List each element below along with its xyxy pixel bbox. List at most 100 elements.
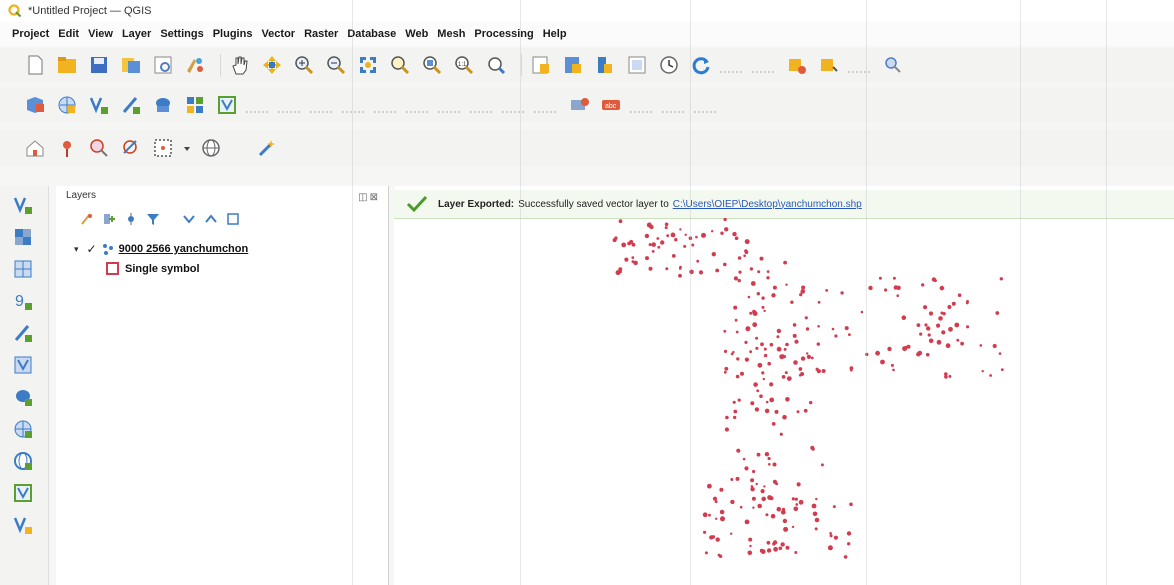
pan-icon[interactable] [227, 52, 253, 78]
add-wfs-layer-icon[interactable] [10, 352, 36, 378]
map-point [660, 240, 665, 245]
globe-icon[interactable] [198, 135, 224, 161]
select-by-area-icon[interactable] [150, 135, 176, 161]
add-spatialite-icon[interactable] [10, 320, 36, 346]
menu-project[interactable]: Project [12, 28, 49, 40]
map-point [810, 445, 815, 450]
magic-wand-icon[interactable] [254, 135, 280, 161]
menu-database[interactable]: Database [347, 28, 396, 40]
add-group-icon[interactable] [100, 210, 118, 228]
map-point [849, 502, 853, 507]
menu-mesh[interactable]: Mesh [437, 28, 465, 40]
add-delimited-text-icon[interactable] [118, 92, 144, 118]
deselect-icon[interactable] [816, 52, 842, 78]
zoom-last-icon[interactable] [483, 52, 509, 78]
toolbar-handle [534, 97, 556, 113]
pan-to-selection-icon[interactable] [259, 52, 285, 78]
open-project-icon[interactable] [54, 52, 80, 78]
map-point [724, 366, 729, 371]
style-manager-icon[interactable] [182, 52, 208, 78]
select-features-icon[interactable] [784, 52, 810, 78]
collapse-arrow-icon[interactable]: ▾ [74, 244, 79, 255]
expand-all-icon[interactable] [180, 210, 198, 228]
pin-icon[interactable] [54, 135, 80, 161]
zoom-out-icon[interactable] [323, 52, 349, 78]
new-layer-icon[interactable] [10, 512, 36, 538]
clock-icon[interactable] [656, 52, 682, 78]
map-point [733, 276, 738, 281]
map-point [768, 463, 771, 466]
layer-visibility-checkbox[interactable]: ✓ [87, 242, 97, 256]
map-point [785, 545, 790, 550]
show-bookmarks-icon[interactable] [560, 52, 586, 78]
map-tips-icon[interactable] [624, 52, 650, 78]
message-file-link[interactable]: C:\Users\OIEP\Desktop\yanchumchon.shp [673, 199, 862, 210]
panel-float-close-icon[interactable]: ◫⊠ [358, 192, 380, 203]
save-project-icon[interactable] [86, 52, 112, 78]
open-layer-styling-icon[interactable] [78, 210, 96, 228]
add-delimited-text-icon[interactable]: 9 [10, 288, 36, 314]
menu-raster[interactable]: Raster [304, 28, 338, 40]
menu-help[interactable]: Help [543, 28, 567, 40]
map-point [745, 326, 751, 332]
home-icon[interactable] [22, 135, 48, 161]
zoom-to-selection-icon[interactable] [387, 52, 413, 78]
map-point [695, 235, 698, 239]
add-raster-layer-icon[interactable] [10, 224, 36, 250]
map-point [769, 382, 774, 387]
menu-vector[interactable]: Vector [261, 28, 295, 40]
map-point [701, 232, 706, 238]
zoom-in-icon[interactable] [291, 52, 317, 78]
filter-legend-icon[interactable] [144, 210, 162, 228]
map-point [761, 371, 765, 375]
map-point [633, 260, 638, 266]
layout-manager-icon[interactable] [118, 52, 144, 78]
map-point [756, 292, 760, 296]
label-abc-icon[interactable]: abc [598, 92, 624, 118]
zoom-full-icon[interactable] [355, 52, 381, 78]
map-point [742, 457, 746, 461]
map-point [947, 305, 952, 309]
add-virtual-layer-icon[interactable] [214, 92, 240, 118]
zoom-native-icon[interactable]: 1:1 [451, 52, 477, 78]
zoom-to-layer-icon[interactable] [419, 52, 445, 78]
new-project-icon[interactable] [22, 52, 48, 78]
manage-map-themes-icon[interactable] [122, 210, 140, 228]
map-canvas[interactable]: Layer Exported: Successfully saved vecto… [394, 186, 1174, 585]
add-vector-layer-icon[interactable] [86, 92, 112, 118]
label-tool-icon[interactable] [566, 92, 592, 118]
map-point [732, 231, 737, 237]
menu-settings[interactable]: Settings [160, 28, 203, 40]
add-postgis-layer-icon[interactable] [10, 384, 36, 410]
layout-icon[interactable] [150, 52, 176, 78]
menu-layer[interactable]: Layer [122, 28, 151, 40]
add-mesh-layer-icon[interactable] [10, 256, 36, 282]
refresh-icon[interactable] [688, 52, 714, 78]
add-wms-layer-icon[interactable] [182, 92, 208, 118]
add-wms-layer-icon[interactable] [10, 416, 36, 442]
data-source-manager-icon[interactable] [22, 92, 48, 118]
menu-view[interactable]: View [88, 28, 113, 40]
dropdown-arrow-icon[interactable] [182, 135, 192, 161]
add-virtual-layer-icon[interactable] [10, 480, 36, 506]
identify-icon[interactable] [880, 52, 906, 78]
menu-plugins[interactable]: Plugins [213, 28, 253, 40]
menu-web[interactable]: Web [405, 28, 428, 40]
add-raster-layer-icon[interactable] [54, 92, 80, 118]
identify-features-icon[interactable] [86, 135, 112, 161]
collapse-all-icon[interactable] [202, 210, 220, 228]
add-wcs-layer-icon[interactable] [10, 448, 36, 474]
remove-layer-icon[interactable] [224, 210, 242, 228]
map-point [784, 371, 788, 375]
menu-edit[interactable]: Edit [58, 28, 79, 40]
map-point [829, 532, 832, 535]
map-point [696, 259, 700, 263]
add-vector-layer-icon[interactable] [10, 192, 36, 218]
map-point [744, 519, 750, 525]
layer-tree-item[interactable]: ▾ ✓ 9000 2566 yanchumchon [74, 242, 248, 256]
new-bookmark-icon[interactable] [528, 52, 554, 78]
temporal-controller-icon[interactable] [592, 52, 618, 78]
measure-icon[interactable] [118, 135, 144, 161]
menu-processing[interactable]: Processing [474, 28, 533, 40]
add-postgis-layer-icon[interactable] [150, 92, 176, 118]
